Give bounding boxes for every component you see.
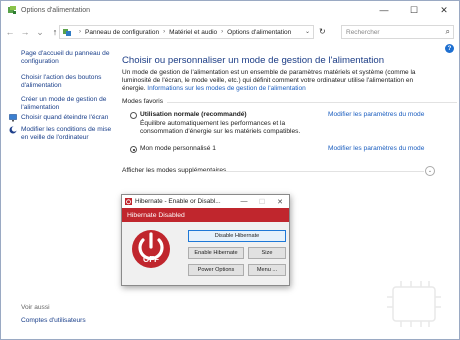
sidebar-link-control-panel-home[interactable]: Page d'accueil du panneau de configurati… bbox=[21, 50, 113, 66]
dialog-title-bar: Hibernate - Enable or Disabl... — ☐ ✕ bbox=[122, 195, 289, 208]
hibernate-app-icon bbox=[125, 198, 132, 205]
power-off-icon: OFF bbox=[132, 230, 170, 268]
back-arrow-icon[interactable]: ← bbox=[4, 25, 16, 39]
sidebar-link-user-accounts[interactable]: Comptes d'utilisateurs bbox=[21, 317, 113, 325]
dialog-maximize-button[interactable]: ☐ bbox=[255, 195, 269, 208]
dialog-body: OFF Disable Hibernate Enable Hibernate S… bbox=[122, 222, 289, 285]
minimize-button[interactable]: — bbox=[369, 1, 399, 19]
page-description: Un mode de gestion de l'alimentation est… bbox=[122, 69, 422, 93]
plan-custom-name[interactable]: Mon mode personnalisé 1 bbox=[140, 145, 216, 152]
plan-custom-radio[interactable] bbox=[130, 146, 137, 153]
section-divider bbox=[167, 102, 457, 103]
watermark-logo bbox=[387, 281, 441, 327]
breadcrumb-control-panel[interactable]: Panneau de configuration bbox=[85, 29, 159, 36]
enable-hibernate-button[interactable]: Enable Hibernate bbox=[188, 247, 244, 259]
title-bar: Options d'alimentation — ☐ ✕ bbox=[1, 1, 459, 19]
plan-balanced-radio[interactable] bbox=[130, 112, 137, 119]
more-plans-divider bbox=[194, 171, 424, 172]
control-panel-icon bbox=[63, 28, 72, 37]
sidebar-item-display-off[interactable]: Choisir quand éteindre l'écran bbox=[9, 114, 113, 122]
dialog-minimize-button[interactable]: — bbox=[237, 195, 251, 208]
breadcrumb-separator: › bbox=[221, 29, 224, 35]
sidebar-link-create-plan[interactable]: Créer un mode de gestion de l'alimentati… bbox=[21, 96, 113, 112]
sidebar-link-power-buttons[interactable]: Choisir l'action des boutons d'alimentat… bbox=[21, 74, 113, 90]
hibernate-status-banner: Hibernate Disabled bbox=[122, 208, 289, 222]
dialog-title: Hibernate - Enable or Disabl... bbox=[135, 198, 221, 205]
breadcrumb-power-options[interactable]: Options d'alimentation bbox=[227, 29, 291, 36]
window-title: Options d'alimentation bbox=[21, 6, 91, 14]
search-input[interactable]: Rechercher ⌕ bbox=[341, 25, 454, 39]
power-options-app-icon bbox=[7, 5, 17, 15]
plan-custom-modify-link[interactable]: Modifier les paramètres du mode bbox=[328, 145, 424, 152]
plan-balanced-name[interactable]: Utilisation normale (recommandé) bbox=[140, 111, 247, 118]
search-icon[interactable]: ⌕ bbox=[446, 27, 450, 37]
sidebar-item-sleep-settings[interactable]: Modifier les conditions de mise en veill… bbox=[9, 126, 113, 142]
dialog-close-button[interactable]: ✕ bbox=[273, 195, 287, 208]
sidebar: Page d'accueil du panneau de configurati… bbox=[1, 41, 113, 339]
size-button[interactable]: Size bbox=[248, 247, 286, 259]
recent-locations-chevron-icon[interactable]: ⌄ bbox=[34, 25, 46, 39]
breadcrumb-separator: › bbox=[163, 29, 166, 35]
maximize-button[interactable]: ☐ bbox=[399, 1, 429, 19]
search-placeholder: Rechercher bbox=[346, 28, 380, 36]
refresh-icon[interactable]: ↻ bbox=[319, 27, 326, 36]
help-icon[interactable]: ? bbox=[445, 44, 454, 53]
sidebar-link-display-off: Choisir quand éteindre l'écran bbox=[21, 114, 109, 121]
power-plans-info-link[interactable]: Informations sur les modes de gestion de… bbox=[147, 85, 305, 92]
forward-arrow-icon[interactable]: → bbox=[19, 25, 31, 39]
page-title: Choisir ou personnaliser un mode de gest… bbox=[122, 55, 385, 66]
power-options-button[interactable]: Power Options bbox=[188, 264, 244, 276]
address-dropdown-icon[interactable]: ⌄ bbox=[305, 28, 310, 35]
breadcrumb-separator: › bbox=[79, 29, 81, 35]
hibernate-dialog: Hibernate - Enable or Disabl... — ☐ ✕ Hi… bbox=[121, 194, 290, 286]
address-bar[interactable]: › Panneau de configuration › Matériel et… bbox=[59, 25, 314, 39]
disable-hibernate-button[interactable]: Disable Hibernate bbox=[188, 230, 286, 242]
close-button[interactable]: ✕ bbox=[429, 1, 459, 19]
breadcrumb-hardware-audio[interactable]: Matériel et audio bbox=[169, 29, 217, 36]
sidebar-link-sleep-settings: Modifier les conditions de mise en veill… bbox=[21, 126, 112, 141]
moon-icon bbox=[9, 126, 17, 134]
monitor-icon bbox=[9, 114, 17, 122]
menu-button[interactable]: Menu ... bbox=[248, 264, 286, 276]
plan-balanced-description: Équilibre automatiquement les performanc… bbox=[140, 120, 301, 135]
see-also-heading: Voir aussi bbox=[21, 304, 50, 311]
expand-chevron-icon[interactable]: ⌄ bbox=[425, 166, 435, 176]
power-options-window: Options d'alimentation — ☐ ✕ ← → ⌄ ↑ › P… bbox=[0, 0, 460, 340]
favorites-heading: Modes favoris bbox=[122, 98, 164, 105]
off-logo-text: OFF bbox=[143, 255, 159, 264]
plan-balanced-modify-link[interactable]: Modifier les paramètres du mode bbox=[328, 111, 424, 118]
